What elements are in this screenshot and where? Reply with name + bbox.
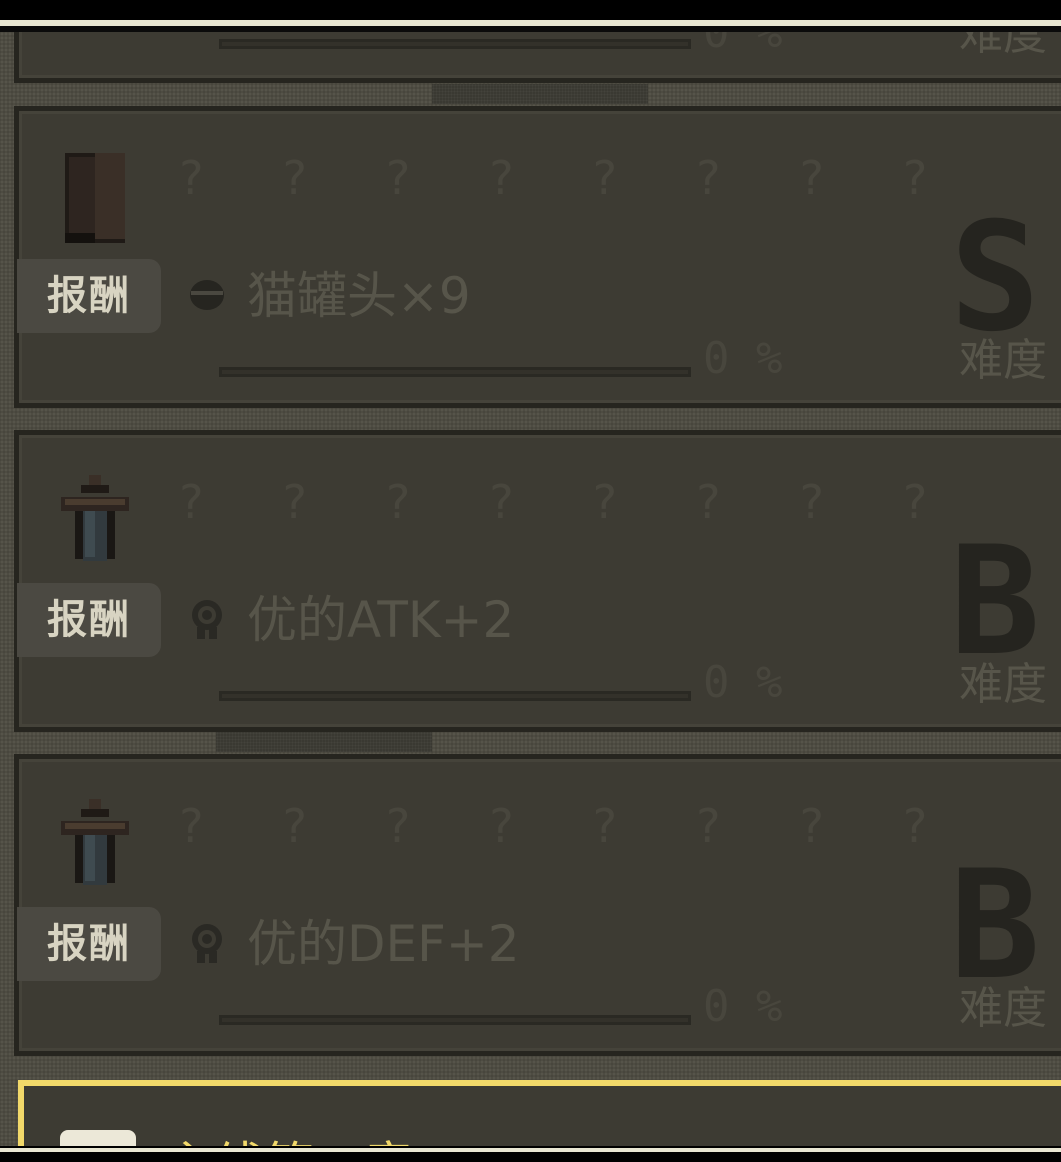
sword-icon bbox=[55, 795, 135, 895]
top-frame-bar bbox=[0, 0, 1061, 20]
reward-text: 猫罐头×9 bbox=[247, 267, 471, 325]
progress-percent: 0 % bbox=[703, 981, 783, 1032]
quest-list-screen: 0 % 难度 ? ? ? ? ? ? ? ? 报酬 猫罐头×9 0 % S 难度… bbox=[0, 0, 1061, 1162]
hidden-quest-name: ? ? ? ? ? ? ? ? bbox=[177, 799, 953, 853]
difficulty-label: 难度 bbox=[959, 659, 1047, 710]
difficulty-grade: B bbox=[949, 839, 1041, 1013]
reward-tag: 报酬 bbox=[17, 583, 161, 657]
progress-bar bbox=[219, 39, 691, 49]
badge-icon bbox=[187, 597, 227, 641]
hidden-quest-name: ? ? ? ? ? ? ? ? bbox=[177, 151, 953, 205]
progress-bar bbox=[219, 1015, 691, 1025]
progress-bar bbox=[219, 367, 691, 377]
progress-percent: 0 % bbox=[703, 657, 783, 708]
scroll-indicator bbox=[216, 732, 432, 752]
sword-icon bbox=[55, 471, 135, 571]
top-frame-shadow bbox=[0, 26, 1061, 32]
cat-can-icon bbox=[187, 273, 227, 317]
quest-card[interactable]: ? ? ? ? ? ? ? ? 报酬 猫罐头×9 0 % S 难度 bbox=[14, 106, 1061, 408]
reward-tag: 报酬 bbox=[17, 907, 161, 981]
reward-text: 优的DEF+2 bbox=[247, 915, 520, 973]
reward-text: 优的ATK+2 bbox=[247, 591, 515, 649]
quest-card[interactable]: ? ? ? ? ? ? ? ? 报酬 优的DEF+2 0 % B 难度 bbox=[14, 754, 1061, 1056]
progress-percent: 0 % bbox=[703, 333, 783, 384]
scroll-indicator bbox=[432, 84, 648, 104]
badge-icon bbox=[187, 921, 227, 965]
bottom-frame-line bbox=[0, 1148, 1061, 1152]
progress-bar bbox=[219, 691, 691, 701]
difficulty-label: 难度 bbox=[959, 983, 1047, 1034]
reward-tag: 报酬 bbox=[17, 259, 161, 333]
difficulty-grade: B bbox=[949, 515, 1041, 689]
difficulty-grade: S bbox=[949, 191, 1041, 365]
difficulty-label: 难度 bbox=[959, 335, 1047, 386]
quest-card[interactable]: ? ? ? ? ? ? ? ? 报酬 优的ATK+2 0 % B 难度 bbox=[14, 430, 1061, 732]
book-icon bbox=[55, 145, 135, 245]
hidden-quest-name: ? ? ? ? ? ? ? ? bbox=[177, 475, 953, 529]
